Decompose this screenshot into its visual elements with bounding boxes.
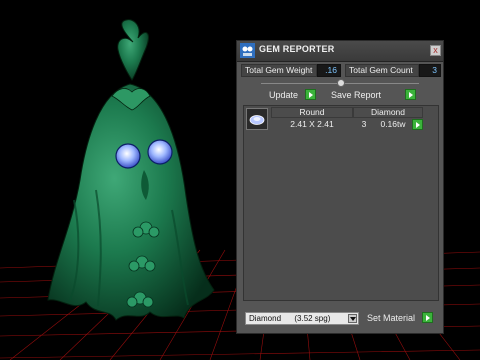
- total-gem-weight-value: .16: [317, 64, 341, 77]
- update-button[interactable]: Update: [269, 89, 329, 102]
- save-report-button[interactable]: Save Report: [331, 89, 416, 102]
- gem-row-play-icon[interactable]: [412, 119, 423, 130]
- total-gem-weight-label: Total Gem Weight: [241, 64, 317, 77]
- gem-list[interactable]: Round Diamond 2.41 X 2.41 3 0.16tw: [243, 105, 439, 301]
- gem-weight: 0.16tw: [380, 119, 406, 129]
- gem-reporter-panel: GEM REPORTER x Total Gem Weight .16 Tota…: [236, 40, 444, 334]
- gem-material-header: Diamond: [370, 107, 406, 117]
- ghost-pendant-model[interactable]: [47, 19, 215, 321]
- total-gem-count-value: 3: [419, 64, 441, 77]
- set-material-label: Set Material: [367, 313, 416, 323]
- update-play-icon: [305, 89, 316, 100]
- set-material-play-icon: [422, 312, 433, 323]
- total-gem-count-label: Total Gem Count: [345, 64, 419, 77]
- close-button[interactable]: x: [430, 45, 441, 56]
- window-title: GEM REPORTER: [259, 44, 335, 54]
- gem-shape-header: Round: [299, 107, 325, 117]
- chevron-down-icon[interactable]: [348, 314, 357, 323]
- gem-count: 3: [361, 119, 367, 129]
- close-icon: x: [433, 45, 438, 55]
- gem-size: 2.41 X 2.41: [290, 119, 334, 129]
- material-select-value: Diamond (3.52 spg): [249, 314, 331, 323]
- round-gem-icon: [246, 108, 268, 130]
- save-report-label: Save Report: [331, 90, 382, 100]
- gem-reporter-app-icon: [240, 43, 255, 58]
- update-label: Update: [269, 90, 299, 100]
- save-report-play-icon: [405, 89, 416, 100]
- gem-row[interactable]: Round Diamond 2.41 X 2.41 3 0.16tw: [244, 106, 438, 132]
- material-select[interactable]: Diamond (3.52 spg): [245, 312, 359, 325]
- gem-shape-icon: [249, 115, 265, 125]
- set-material-button[interactable]: Set Material: [367, 312, 437, 325]
- title-bar[interactable]: GEM REPORTER x: [237, 41, 443, 62]
- slider-knob[interactable]: [337, 79, 345, 87]
